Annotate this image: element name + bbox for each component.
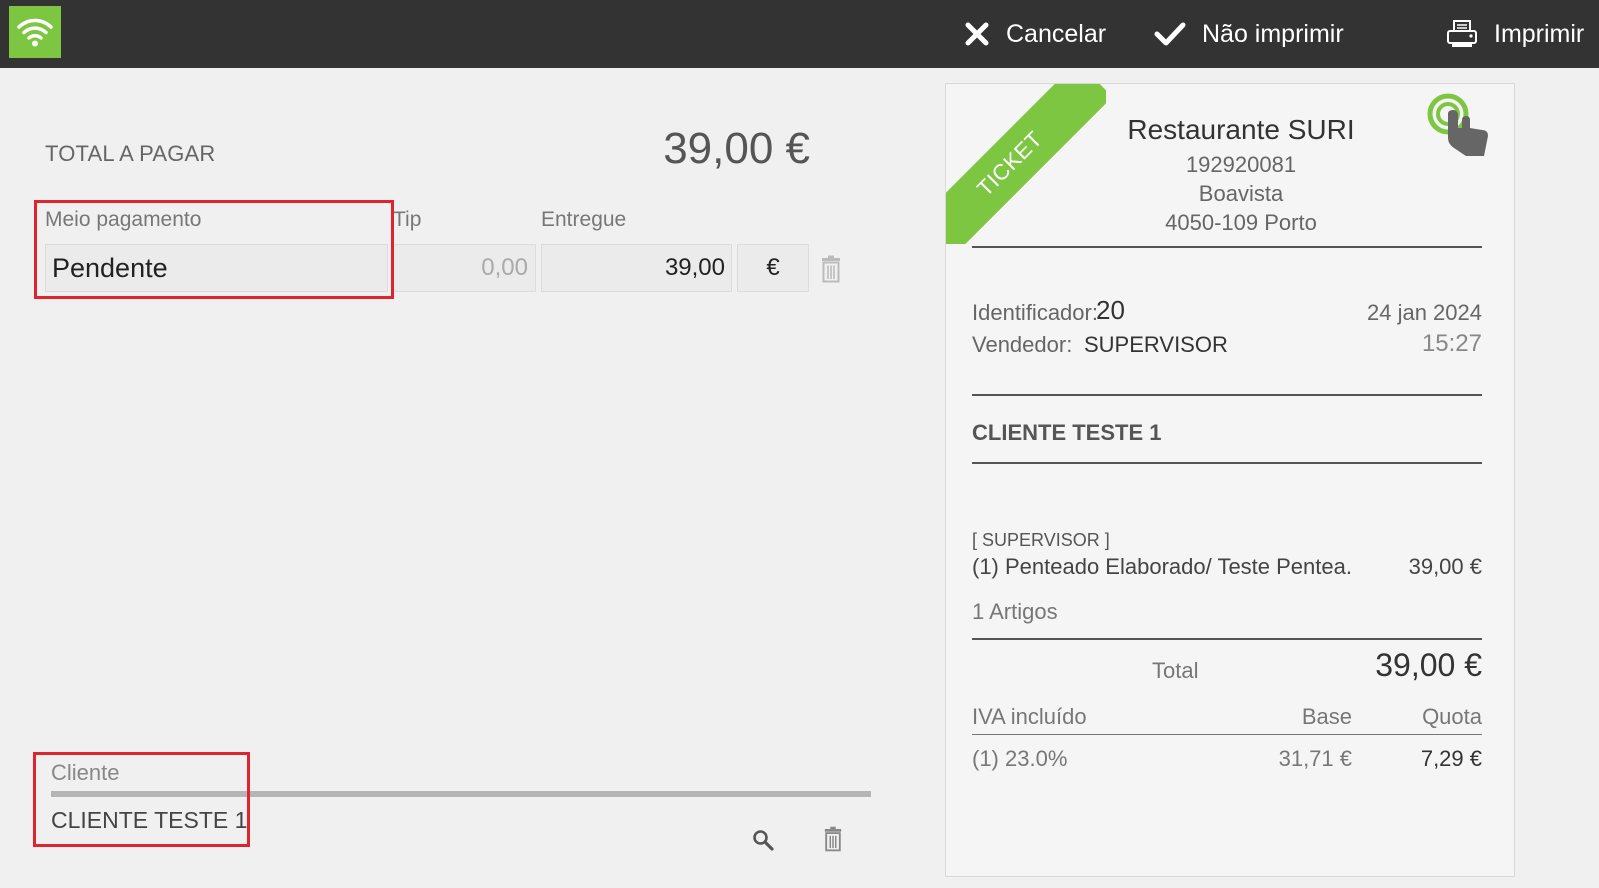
total-to-pay-label: TOTAL A PAGAR	[45, 141, 216, 166]
ticket-total-value: 39,00 €	[1375, 647, 1482, 683]
print-button[interactable]: Imprimir	[1446, 0, 1584, 68]
delivered-label: Entregue	[541, 208, 627, 231]
ticket-divider	[972, 394, 1482, 396]
cancel-label: Cancelar	[1006, 19, 1107, 48]
tip-value: 0,00	[481, 254, 528, 281]
vat-base-value: 31,71 €	[1278, 746, 1352, 771]
vat-base-header: Base	[1301, 704, 1352, 729]
client-label: Cliente	[51, 760, 120, 785]
ticket-customer: CLIENTE TESTE 1	[972, 420, 1162, 445]
delete-payment-button[interactable]	[820, 255, 842, 288]
delivered-value: 39,00	[664, 254, 725, 281]
ticket-divider	[972, 638, 1482, 640]
trash-icon	[824, 826, 842, 852]
vat-quota-header: Quota	[1422, 704, 1482, 729]
no-print-label: Não imprimir	[1202, 19, 1344, 48]
ticket-time: 15:27	[1421, 330, 1482, 357]
ticket-seller-tag: [ SUPERVISOR ]	[972, 530, 1110, 550]
identifier-value: 20	[1096, 295, 1125, 325]
payment-method-label: Meio pagamento	[45, 208, 202, 231]
tip-input[interactable]: 0,00	[393, 244, 536, 292]
wifi-icon	[17, 18, 53, 47]
print-label: Imprimir	[1494, 19, 1585, 48]
currency-symbol: €	[766, 254, 780, 281]
vat-label: IVA incluído	[972, 704, 1087, 729]
identifier-label: Identificador:	[972, 300, 1098, 325]
ticket-preview: TICKET Restaurante SURI 192920081 Boavis…	[945, 83, 1515, 877]
printer-icon	[1446, 19, 1478, 49]
ticket-items-count: 1 Artigos	[972, 599, 1058, 624]
store-city: 4050-109 Porto	[1165, 210, 1317, 235]
ticket-divider	[972, 246, 1482, 248]
payment-method-value: Pendente	[52, 252, 168, 283]
delivered-input[interactable]: 39,00	[541, 244, 732, 292]
check-icon	[1154, 21, 1186, 47]
vat-rate: (1) 23.0%	[972, 746, 1068, 771]
client-value[interactable]: CLIENTE TESTE 1	[51, 807, 247, 834]
cancel-button[interactable]: Cancelar	[964, 0, 1106, 68]
seller-label: Vendedor:	[972, 332, 1073, 357]
no-print-button[interactable]: Não imprimir	[1154, 0, 1344, 68]
close-icon	[964, 21, 990, 47]
ticket-date: 24 jan 2024	[1367, 300, 1482, 325]
ticket-line-price: 39,00 €	[1408, 554, 1482, 579]
tip-label: Tip	[393, 208, 422, 231]
search-icon	[753, 830, 774, 851]
client-divider	[51, 791, 871, 797]
trash-icon	[822, 255, 840, 283]
remove-client-button[interactable]	[823, 826, 843, 857]
payment-method-field[interactable]: Pendente	[45, 244, 388, 292]
wifi-status-button[interactable]	[9, 6, 61, 58]
ticket-divider	[972, 734, 1482, 735]
store-street: Boavista	[1198, 181, 1284, 206]
search-client-button[interactable]	[752, 829, 774, 856]
ticket-total-label: Total	[1152, 658, 1199, 683]
currency-button[interactable]: €	[737, 244, 809, 292]
top-bar: Cancelar Não imprimir Imprimir	[0, 0, 1599, 68]
store-nif: 192920081	[1185, 152, 1297, 177]
seller-value: SUPERVISOR	[1084, 332, 1228, 357]
ticket-divider	[972, 462, 1482, 464]
store-name: Restaurante SURI	[1127, 114, 1355, 145]
ticket-line-item: (1) Penteado Elaborado/ Teste Pentea...	[972, 554, 1352, 579]
vat-quota-value: 7,29 €	[1420, 746, 1482, 771]
total-to-pay-value: 39,00 €	[663, 124, 810, 173]
